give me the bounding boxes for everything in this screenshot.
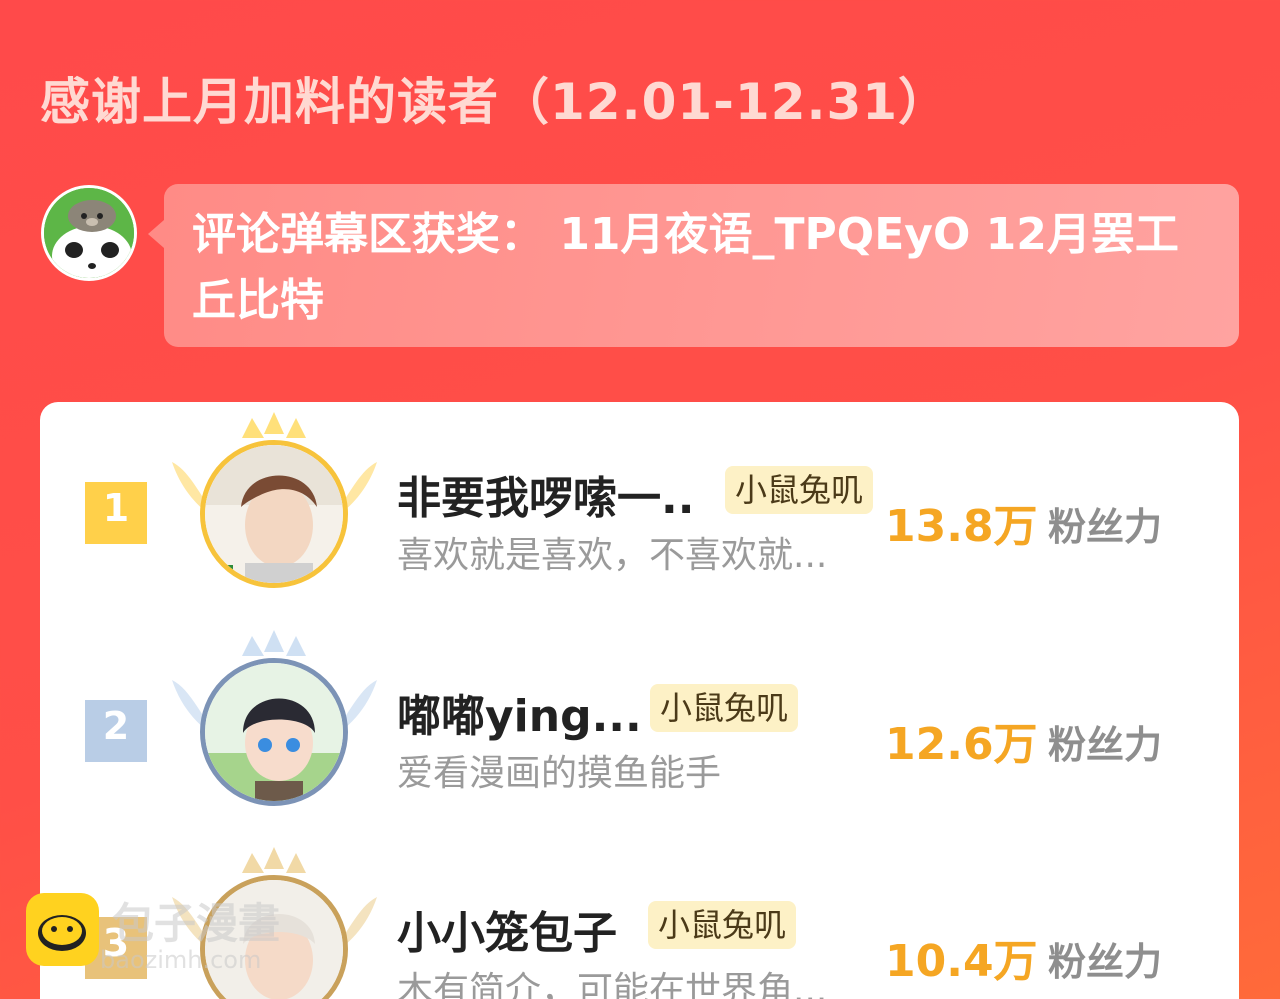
page-title: 感谢上月加料的读者（12.01-12.31） [40,73,950,131]
watermark-url: baozimh.com [100,946,262,974]
watermark-text: 包子漫畫 [112,899,281,948]
rank-badge: 2 [85,700,147,772]
award-text: 评论弹幕区获奖： 11月夜语_TPQEyO 12月罢工丘比特 [192,209,1179,326]
username[interactable]: 小小笼包子 [397,897,617,961]
fans-count: 10.4万 [885,936,1038,987]
fans-label: 粉丝力 [1048,940,1163,984]
avatar[interactable] [41,185,137,281]
user-bio: 爱看漫画的摸鱼能手 [397,753,722,794]
user-bio: 喜欢就是喜欢，不喜欢就... [397,535,828,576]
fans-count: 12.6万 [885,719,1038,770]
rank-badge: 1 [85,482,147,554]
username[interactable]: 嘟嘟ying... [397,680,642,744]
fans-label: 粉丝力 [1048,505,1163,549]
username[interactable]: 非要我啰嗦一.. [397,462,694,526]
user-avatar[interactable] [200,658,348,806]
list-item[interactable]: 1 非要我啰嗦一.. 小鼠兔叽 喜欢就是喜欢，不喜欢就... 13.8万 粉丝力 [40,412,1239,612]
user-bio: 木有简介，可能在世界角... [397,970,828,999]
award-bubble: 评论弹幕区获奖： 11月夜语_TPQEyO 12月罢工丘比特 [148,184,1239,347]
fan-tag: 小鼠兔叽 [650,684,799,732]
fan-tag: 小鼠兔叽 [725,466,874,514]
fans-count: 13.8万 [885,501,1038,552]
mascot-avatar-image [44,188,134,278]
user-avatar[interactable] [200,440,348,588]
watermark-logo-icon [26,893,99,966]
fans-label: 粉丝力 [1048,723,1163,767]
list-item[interactable]: 2 嘟嘟ying... 小鼠兔叽 爱看漫画的摸鱼能手 12.6万 粉丝力 [40,630,1239,830]
fan-tag: 小鼠兔叽 [648,901,797,949]
